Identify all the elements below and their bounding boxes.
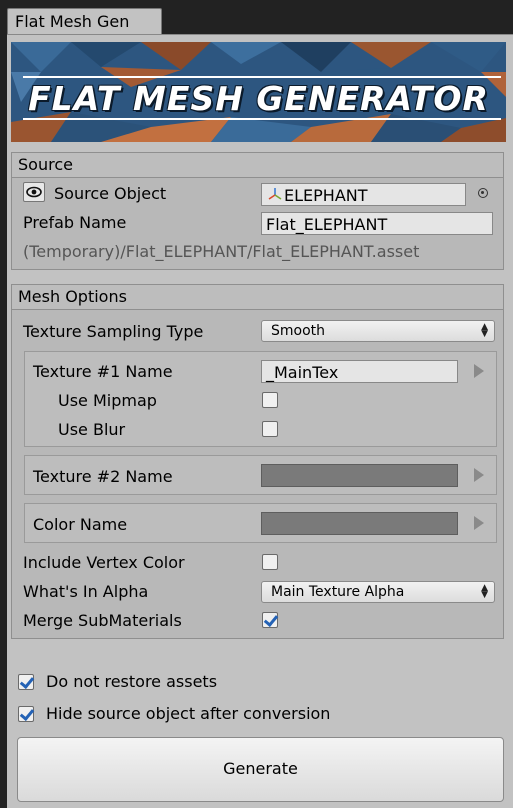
play-arrow-icon[interactable] <box>474 516 484 530</box>
object-picker-icon[interactable] <box>478 188 488 198</box>
mesh-options-section: Mesh Options Texture Sampling Type Smoot… <box>11 284 504 639</box>
editor-panel: FLAT MESH GENERATOR Source Source Object… <box>7 34 513 808</box>
color-box: Color Name <box>24 503 497 543</box>
texture-sampling-dropdown[interactable]: Smooth ▲ ▼ <box>261 320 495 342</box>
eye-toggle[interactable] <box>23 182 45 202</box>
texture-sampling-label: Texture Sampling Type <box>23 322 204 341</box>
whats-in-alpha-label: What's In Alpha <box>23 582 149 601</box>
banner-rule-bottom <box>23 118 501 120</box>
play-arrow-icon[interactable] <box>474 468 484 482</box>
use-mipmap-checkbox[interactable] <box>262 392 278 408</box>
source-section-header[interactable]: Source <box>12 153 503 178</box>
texture2-name-input[interactable] <box>261 464 458 487</box>
banner-rule-top <box>23 76 501 78</box>
color-name-label: Color Name <box>33 515 128 534</box>
merge-submaterials-label: Merge SubMaterials <box>23 611 182 630</box>
do-not-restore-checkbox[interactable] <box>18 674 34 690</box>
updown-arrows-icon: ▲ ▼ <box>481 322 488 339</box>
tab-flat-mesh-gen[interactable]: Flat Mesh Gen <box>7 8 162 34</box>
texture1-box: Texture #1 Name _MainTex Use Mipmap Use … <box>24 351 497 447</box>
prefab-name-label: Prefab Name <box>23 213 127 232</box>
banner-title: FLAT MESH GENERATOR <box>28 79 489 118</box>
hide-source-label: Hide source object after conversion <box>46 704 331 723</box>
texture2-box: Texture #2 Name <box>24 455 497 495</box>
texture2-name-label: Texture #2 Name <box>33 467 173 486</box>
prefab-name-input[interactable]: Flat_ELEPHANT <box>261 212 493 235</box>
use-blur-label: Use Blur <box>58 420 126 439</box>
source-object-label: Source Object <box>54 184 167 203</box>
whats-in-alpha-value: Main Texture Alpha <box>271 584 405 600</box>
texture1-name-label: Texture #1 Name <box>33 362 173 381</box>
source-section: Source Source Object ELEPHANT Prefab Nam… <box>11 152 504 270</box>
generate-button[interactable]: Generate <box>17 737 504 802</box>
color-name-input[interactable] <box>261 512 458 535</box>
mesh-options-header[interactable]: Mesh Options <box>12 285 503 310</box>
whats-in-alpha-dropdown[interactable]: Main Texture Alpha ▲ ▼ <box>261 581 495 603</box>
include-vertex-color-checkbox[interactable] <box>262 554 278 570</box>
source-object-field[interactable]: ELEPHANT <box>261 183 466 206</box>
mesh-object-icon <box>268 188 282 200</box>
source-object-value: ELEPHANT <box>284 186 368 205</box>
texture1-name-input[interactable]: _MainTex <box>261 360 458 383</box>
hide-source-checkbox[interactable] <box>18 706 34 722</box>
play-arrow-icon[interactable] <box>474 364 484 378</box>
merge-submaterials-checkbox[interactable] <box>262 612 278 628</box>
use-mipmap-label: Use Mipmap <box>58 391 157 410</box>
eye-icon <box>26 186 42 198</box>
include-vertex-color-label: Include Vertex Color <box>23 553 185 572</box>
do-not-restore-label: Do not restore assets <box>46 672 218 691</box>
texture-sampling-value: Smooth <box>271 323 326 339</box>
prefab-path-text: (Temporary)/Flat_ELEPHANT/Flat_ELEPHANT.… <box>23 242 420 261</box>
use-blur-checkbox[interactable] <box>262 421 278 437</box>
updown-arrows-icon: ▲ ▼ <box>481 583 488 600</box>
banner-image: FLAT MESH GENERATOR <box>11 42 506 142</box>
